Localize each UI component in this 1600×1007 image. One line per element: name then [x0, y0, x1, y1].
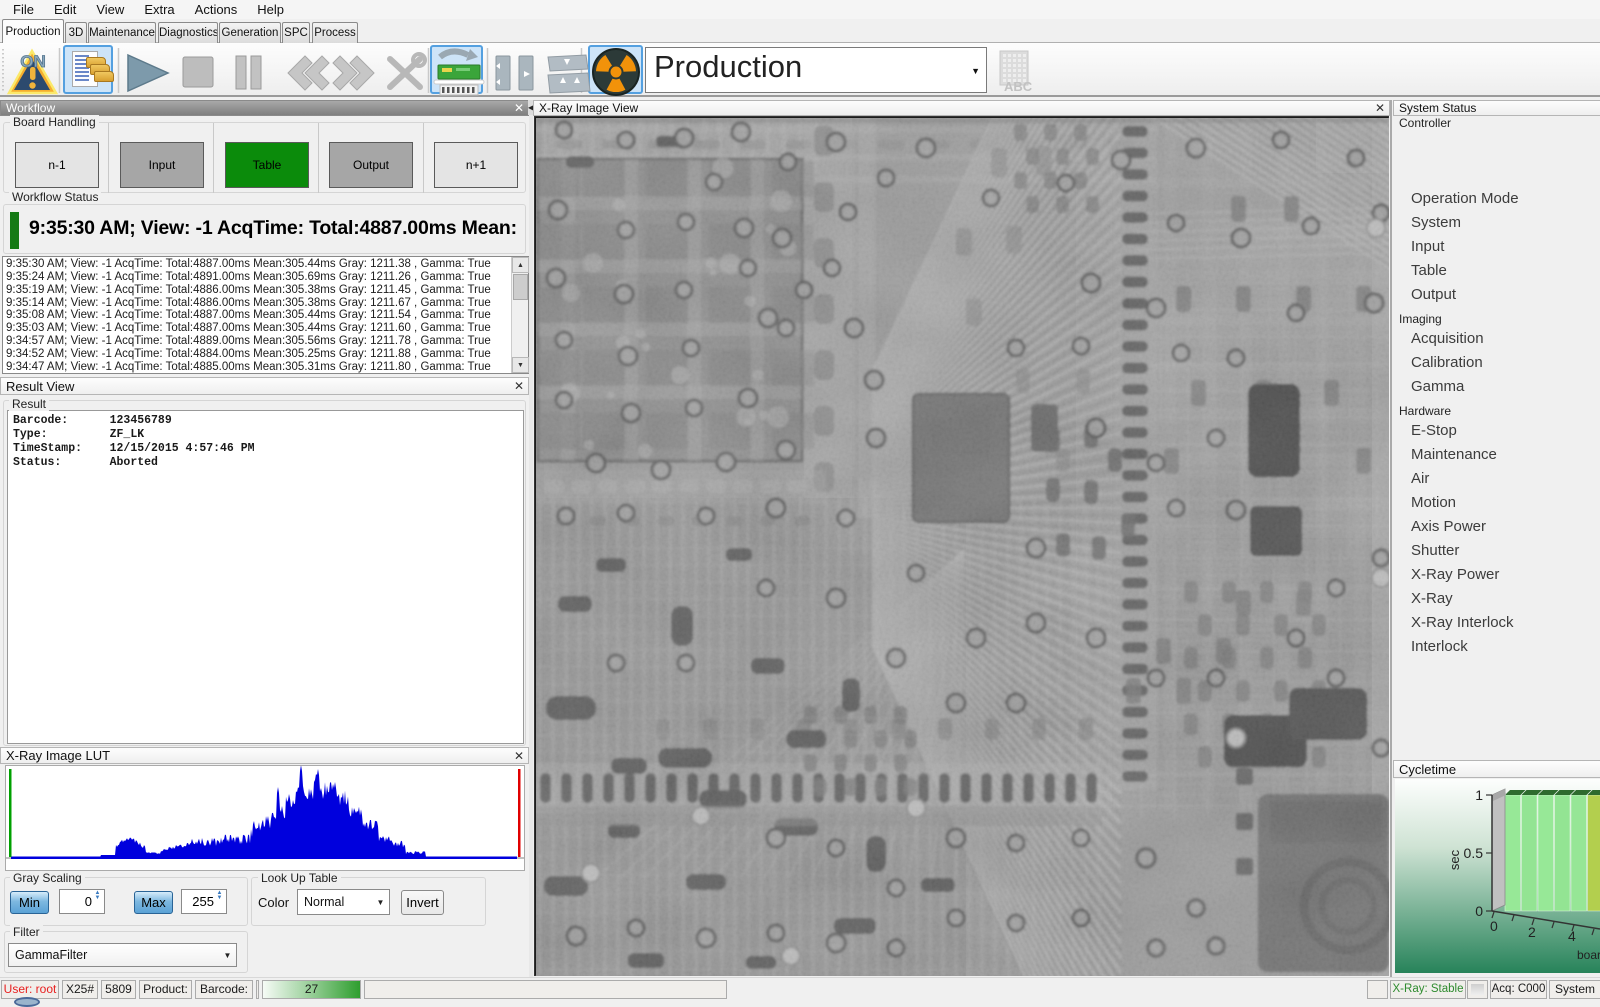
svg-text:1: 1 [1475, 787, 1483, 803]
svg-text:2: 2 [1528, 924, 1536, 940]
svg-text:0: 0 [1490, 918, 1498, 934]
svg-text:4: 4 [1568, 928, 1576, 944]
svg-text:0.5: 0.5 [1464, 845, 1484, 861]
svg-text:ON: ON [20, 52, 46, 71]
svg-text:sec: sec [1447, 849, 1462, 870]
svg-text:board: board [1577, 948, 1600, 962]
svg-text:ABC: ABC [1004, 79, 1033, 94]
svg-text:0: 0 [1475, 903, 1483, 919]
